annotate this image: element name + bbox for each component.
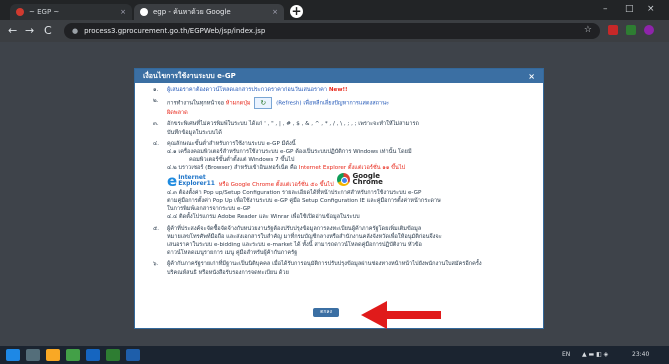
item-text: Internet Explorer ตั้งแต่เวอร์ชั่น ๑๑ ขึ… <box>298 165 406 172</box>
bookmark-star-icon[interactable]: ☆ <box>584 25 592 35</box>
profile-avatar-icon[interactable] <box>644 25 654 35</box>
ok-button[interactable]: ตกลง <box>313 308 339 317</box>
address-url: process3.gprocurement.go.th/EGPWeb/jsp/i… <box>84 27 266 35</box>
logo-text: Chrome <box>352 178 383 187</box>
excel-icon[interactable] <box>106 349 120 361</box>
tray-icons[interactable]: ▲ ▬ ◧ ◈ <box>582 351 608 358</box>
list-item: ๕. ผู้ค้าที่ประสงค์จะจัดซื้อจัดจ้างกับหน… <box>145 225 534 258</box>
item-text: ๔.๒ บราวเซอร์ (Browser) สำหรับเข้าอินเทอ… <box>167 165 298 172</box>
egp-favicon-icon <box>16 8 24 16</box>
item-text: (Refresh) <box>276 100 302 107</box>
close-window-icon[interactable]: × <box>647 4 655 14</box>
dialog-body: ๑. ผู้เสนอราคาต้องดาวน์โหลดเอกสารประกวดร… <box>135 83 543 277</box>
chrome-icon[interactable] <box>66 349 80 361</box>
item-text: ๔.๔ ติดตั้งโปรแกรม Adobe Reader และ Winr… <box>167 214 360 221</box>
item-text: ในการพิมพ์เอกสารจากระบบ e-GP <box>167 206 251 213</box>
back-icon[interactable]: ← <box>8 24 17 37</box>
close-icon[interactable]: × <box>272 8 278 16</box>
start-icon[interactable] <box>6 349 20 361</box>
item-number: ๑. <box>153 87 159 93</box>
item-text: ๔.๓ ต้องตั้งค่า Pop up/Setup Configurati… <box>167 189 422 196</box>
folder-icon[interactable] <box>46 349 60 361</box>
item-text: หรือ Google Chrome ตั้งแต่เวอร์ชั่น ๕๐ ข… <box>218 181 334 188</box>
lock-icon: ● <box>72 27 79 35</box>
item-text: ผู้เสนอราคาต้องดาวน์โหลดเอกสารประกวดราคา… <box>167 87 328 93</box>
maximize-icon[interactable]: □ <box>625 4 634 14</box>
annotation-arrow-icon <box>361 301 441 329</box>
close-icon[interactable]: × <box>120 8 126 16</box>
google-favicon-icon <box>140 8 148 16</box>
item-number: ๖. <box>153 261 159 268</box>
list-item: ๔. คุณลักษณะขั้นต่ำสำหรับการใช้งานระบบ e… <box>145 140 534 222</box>
item-number: ๒. <box>153 98 159 105</box>
item-text: เพื่อหลีกเลี่ยงปัญหาการแสดงสถานะ <box>303 100 390 107</box>
item-text: บันทึกข้อมูลในระบบได้ <box>167 129 222 136</box>
internet-explorer-logo-icon: e Internet Explorer11 <box>167 171 215 190</box>
logo-text: Explorer11 <box>178 179 215 187</box>
item-text: บริคณห์สนธิ หรือหนังสือรับรองการจดทะเบีย… <box>167 269 289 276</box>
windows-taskbar: EN ▲ ▬ ◧ ◈ 23:40 <box>0 346 669 364</box>
minimize-icon[interactable]: – <box>603 4 608 14</box>
extension-icon[interactable] <box>608 25 618 35</box>
item-text: การทำงานในทุกหน้าจอ <box>167 100 224 107</box>
clock[interactable]: 23:40 <box>632 351 649 358</box>
app-icon[interactable] <box>126 349 140 361</box>
item-text: หมายเลขโทรศัพท์มือถือ และส่งเอกสารใบสำคั… <box>167 233 442 240</box>
reload-icon[interactable]: C <box>44 24 52 37</box>
item-text: ผู้ค้าที่ประสงค์จะจัดซื้อจัดจ้างกับหน่วย… <box>167 225 422 232</box>
item-text: คุณลักษณะขั้นต่ำสำหรับการใช้งานระบบ e-GP… <box>167 140 296 147</box>
dialog-title: เงื่อนไขการใช้งานระบบ e-GP <box>143 71 236 80</box>
item-text: ๔.๑ เครื่องคอมพิวเตอร์สำหรับการใช้งานระบ… <box>167 149 412 156</box>
list-item: ๖. ผู้ค้ากับภาครัฐรายเก่าที่มีฐานะเป็นนิ… <box>145 260 534 276</box>
item-text: ห้ามกดปุ่ม <box>225 100 251 107</box>
google-chrome-logo-icon: Google Chrome <box>337 172 383 187</box>
new-badge: New!! <box>328 87 348 93</box>
list-item: ๑. ผู้เสนอราคาต้องดาวน์โหลดเอกสารประกวดร… <box>145 86 534 94</box>
browser-tab-strip: ~ EGP ~ × egp - ค้นหาด้วย Google × + – □… <box>0 0 669 20</box>
close-icon[interactable]: × <box>528 72 535 81</box>
tab-label: ~ EGP ~ <box>29 8 60 16</box>
item-text: ดาวน์โหลดเมนูรายการ เมนู คู่มือสำหรับผู้… <box>167 250 298 257</box>
item-text: ผิดพลาด <box>167 110 188 117</box>
tab-google-search[interactable]: egp - ค้นหาด้วย Google × <box>134 4 284 20</box>
extension-icon[interactable] <box>626 25 636 35</box>
search-icon[interactable] <box>26 349 40 361</box>
refresh-icon: ↻ <box>254 97 273 110</box>
tab-label: egp - ค้นหาด้วย Google <box>153 7 231 16</box>
item-text: ตามคู่มือการตั้งค่า Pop Up เพื่อใช้งานระ… <box>167 198 441 205</box>
list-item: ๓. อักขระพิเศษที่ไม่ควรพิมพ์ในระบบ ได้แก… <box>145 120 534 136</box>
item-text: อักขระพิเศษที่ไม่ควรพิมพ์ในระบบ ได้แก่ '… <box>167 121 419 128</box>
forward-icon[interactable]: → <box>25 24 34 37</box>
list-item: ๒. การทำงานในทุกหน้าจอ ห้ามกดปุ่ม ↻ (Ref… <box>145 97 534 117</box>
item-text: ผู้ค้ากับภาครัฐรายเก่าที่มีฐานะเป็นนิติบ… <box>167 261 482 268</box>
language-indicator[interactable]: EN <box>562 351 570 358</box>
word-icon[interactable] <box>86 349 100 361</box>
tab-egp[interactable]: ~ EGP ~ × <box>10 4 132 20</box>
terms-dialog: เงื่อนไขการใช้งานระบบ e-GP × ๑. ผู้เสนอร… <box>134 68 544 329</box>
item-number: ๓. <box>153 121 159 128</box>
item-text: คอมพิวเตอร์ขั้นต่ำตั้งแต่ Windows 7 ขึ้น… <box>189 157 295 164</box>
item-number: ๕. <box>153 225 160 232</box>
new-tab-button[interactable]: + <box>290 5 303 18</box>
item-text: เสนอราคาในระบบ e-bidding และระบบ e-marke… <box>167 242 422 249</box>
browser-toolbar: ← → C ● process3.gprocurement.go.th/EGPW… <box>0 20 669 42</box>
item-number: ๔. <box>153 140 160 147</box>
dialog-titlebar: เงื่อนไขการใช้งานระบบ e-GP × <box>135 69 543 83</box>
address-bar[interactable]: ● process3.gprocurement.go.th/EGPWeb/jsp… <box>64 23 600 39</box>
